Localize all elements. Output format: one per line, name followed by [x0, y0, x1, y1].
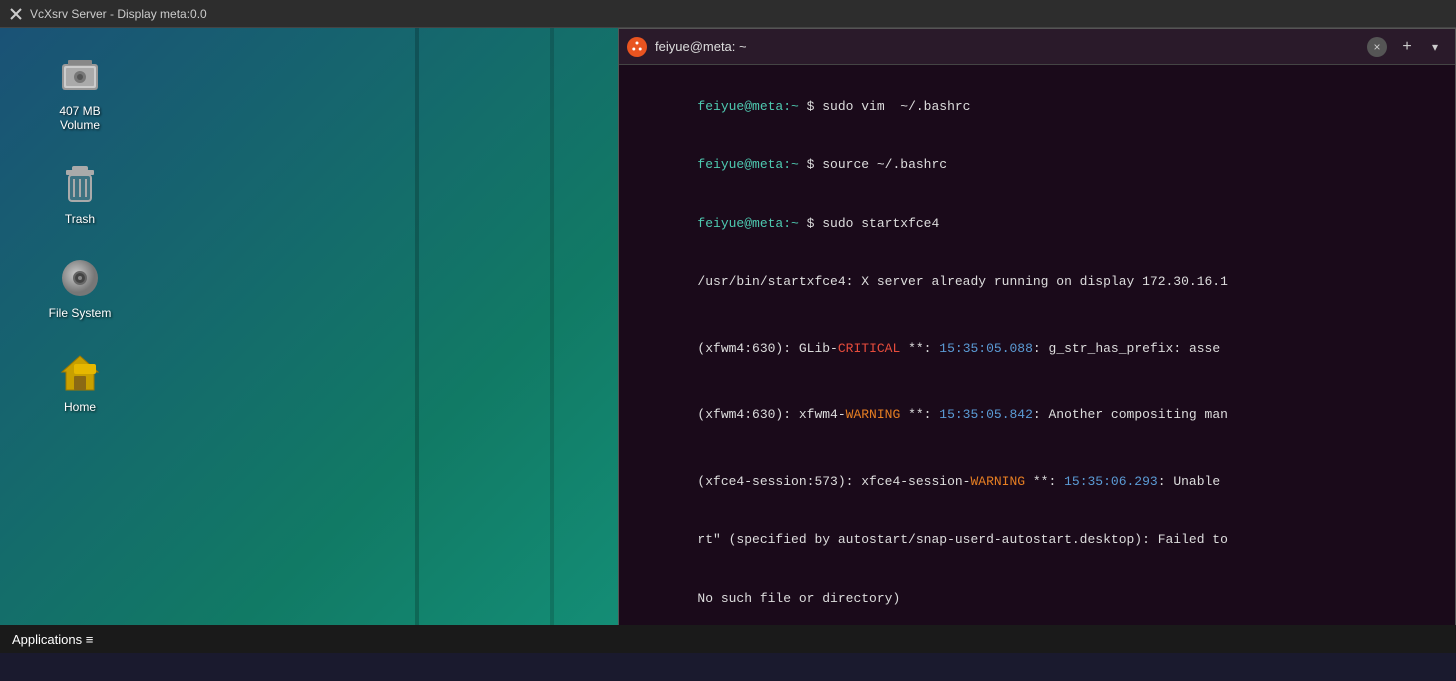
terminal-window: feiyue@meta: ~ × + ▾ feiyue@meta:~ $ sud… — [618, 28, 1456, 653]
term-line-9: No such file or directory) — [635, 569, 1439, 628]
term-line-6: (xfwm4:630): xfwm4-WARNING **: 15:35:05.… — [635, 386, 1439, 445]
term-line-8: rt" (specified by autostart/snap-userd-a… — [635, 511, 1439, 570]
terminal-title-text: feiyue@meta: ~ — [655, 39, 1367, 54]
term-line-4: /usr/bin/startxfce4: X server already ru… — [635, 253, 1439, 312]
term-line-1: feiyue@meta:~ $ sudo vim ~/.bashrc — [635, 77, 1439, 136]
terminal-add-tab-button[interactable]: + — [1395, 35, 1419, 59]
home-icon-item[interactable]: Home — [30, 344, 130, 418]
volume-label-line2: Volume — [60, 118, 100, 132]
taskbar: Applications ≡ — [0, 625, 1456, 653]
terminal-dropdown-button[interactable]: ▾ — [1423, 35, 1447, 59]
terminal-close-button[interactable]: × — [1367, 37, 1387, 57]
term-blank-1 — [635, 311, 1439, 319]
term-line-2: feiyue@meta:~ $ source ~/.bashrc — [635, 136, 1439, 195]
x-icon — [8, 6, 24, 22]
ubuntu-icon — [627, 37, 647, 57]
applications-menu[interactable]: Applications ≡ — [4, 630, 101, 649]
trash-can-icon — [56, 160, 104, 208]
filesystem-drive-icon — [56, 254, 104, 302]
term-line-3: feiyue@meta:~ $ sudo startxfce4 — [635, 194, 1439, 253]
term-line-5: (xfwm4:630): GLib-CRITICAL **: 15:35:05.… — [635, 319, 1439, 378]
home-label: Home — [64, 400, 96, 414]
filesystem-icon-item[interactable]: File System — [30, 250, 130, 324]
home-folder-icon — [56, 348, 104, 396]
filesystem-label: File System — [49, 306, 112, 320]
terminal-output[interactable]: feiyue@meta:~ $ sudo vim ~/.bashrc feiyu… — [619, 65, 1455, 652]
trash-label: Trash — [65, 212, 95, 226]
volume-icon-item[interactable]: 407 MB Volume — [30, 48, 130, 136]
term-line-7: (xfce4-session:573): xfce4-session-WARNI… — [635, 452, 1439, 511]
desktop-divider-1 — [415, 28, 419, 653]
desktop-divider-2 — [550, 28, 554, 653]
volume-drive-icon — [56, 52, 104, 100]
trash-icon-item[interactable]: Trash — [30, 156, 130, 230]
desktop: 407 MB Volume Trash — [0, 28, 1456, 653]
term-blank-2 — [635, 378, 1439, 386]
titlebar-text: VcXsrv Server - Display meta:0.0 — [30, 7, 207, 21]
volume-label-line1: 407 MB — [59, 104, 100, 118]
terminal-titlebar: feiyue@meta: ~ × + ▾ — [619, 29, 1455, 65]
desktop-icons-panel: 407 MB Volume Trash — [0, 28, 160, 653]
term-blank-3 — [635, 444, 1439, 452]
window-titlebar: VcXsrv Server - Display meta:0.0 — [0, 0, 1456, 28]
